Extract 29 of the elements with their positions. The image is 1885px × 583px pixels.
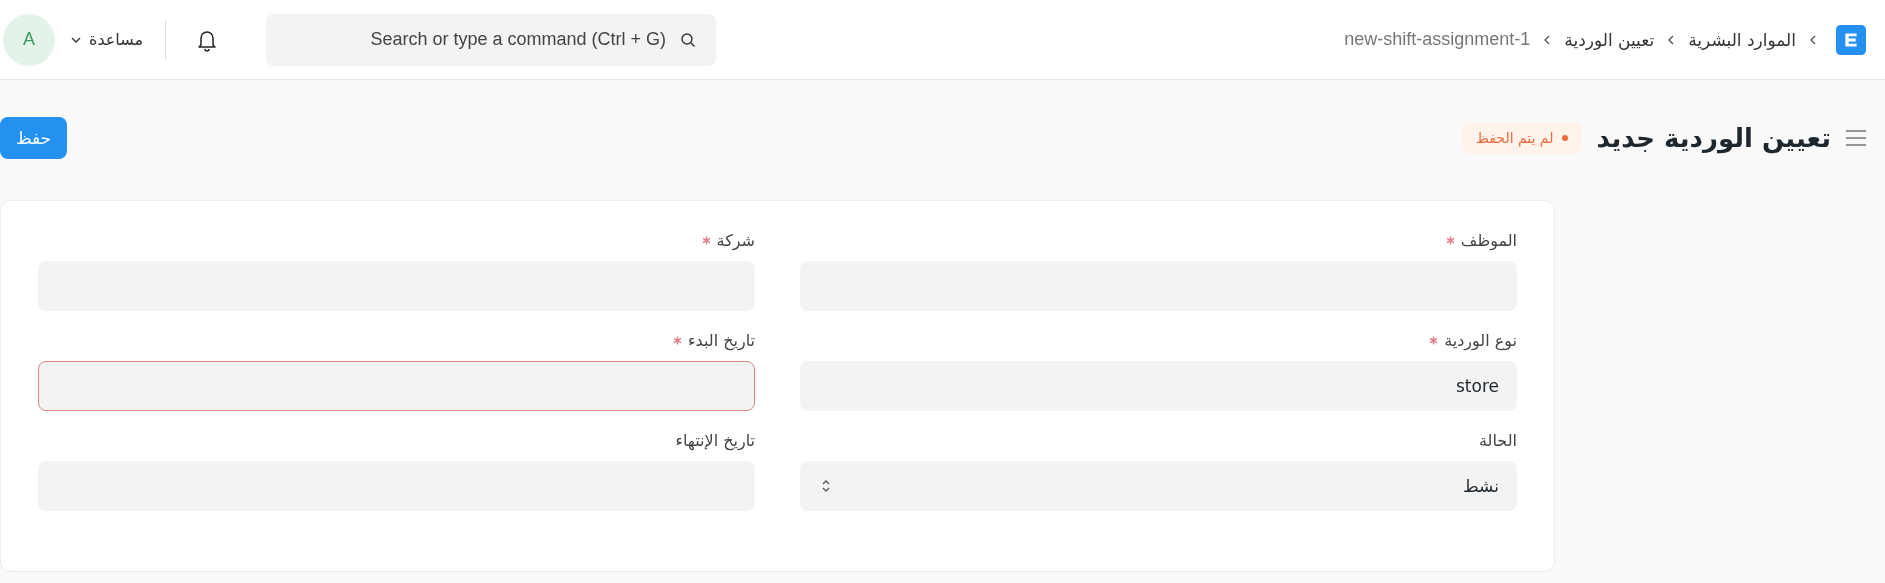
app-logo-icon[interactable] bbox=[1836, 24, 1866, 55]
required-icon bbox=[701, 235, 711, 245]
required-icon bbox=[1429, 335, 1439, 345]
breadcrumb-link[interactable]: new-shift-assignment-1 bbox=[1344, 29, 1531, 50]
field-label: تاريخ البدء bbox=[688, 330, 755, 350]
help-dropdown[interactable]: مساعدة bbox=[67, 26, 148, 53]
chevron-icon bbox=[1810, 34, 1816, 45]
select-field[interactable]: نشط bbox=[800, 461, 1517, 511]
chevron-icon bbox=[1668, 34, 1675, 45]
field-label: الموظف bbox=[1460, 230, 1517, 250]
input-field[interactable] bbox=[38, 361, 755, 411]
field-label: شركة bbox=[716, 230, 755, 250]
breadcrumb-link[interactable]: تعيين الوردية bbox=[1564, 29, 1655, 50]
search-field[interactable]: Search or type a command (Ctrl + G) bbox=[266, 13, 717, 66]
required-icon bbox=[673, 335, 682, 345]
menu-icon[interactable] bbox=[1845, 128, 1867, 147]
status-text: لم يتم الحفظ bbox=[1475, 129, 1554, 146]
search-icon bbox=[680, 31, 697, 48]
required-icon bbox=[1445, 235, 1455, 245]
field-label: نوع الوردية bbox=[1444, 330, 1517, 350]
input-field[interactable]: store bbox=[800, 361, 1517, 411]
chevron-updown-icon bbox=[821, 478, 831, 494]
field-label: تاريخ الإنتهاء bbox=[675, 430, 755, 450]
breadcrumb-link[interactable]: الموارد البشرية bbox=[1688, 29, 1796, 50]
caret-icon bbox=[71, 36, 81, 43]
chevron-icon bbox=[1544, 34, 1551, 45]
page-title: تعيين الوردية جديد bbox=[1596, 122, 1831, 153]
field-label: الحالة bbox=[1479, 430, 1517, 450]
status-dot bbox=[1562, 134, 1569, 141]
